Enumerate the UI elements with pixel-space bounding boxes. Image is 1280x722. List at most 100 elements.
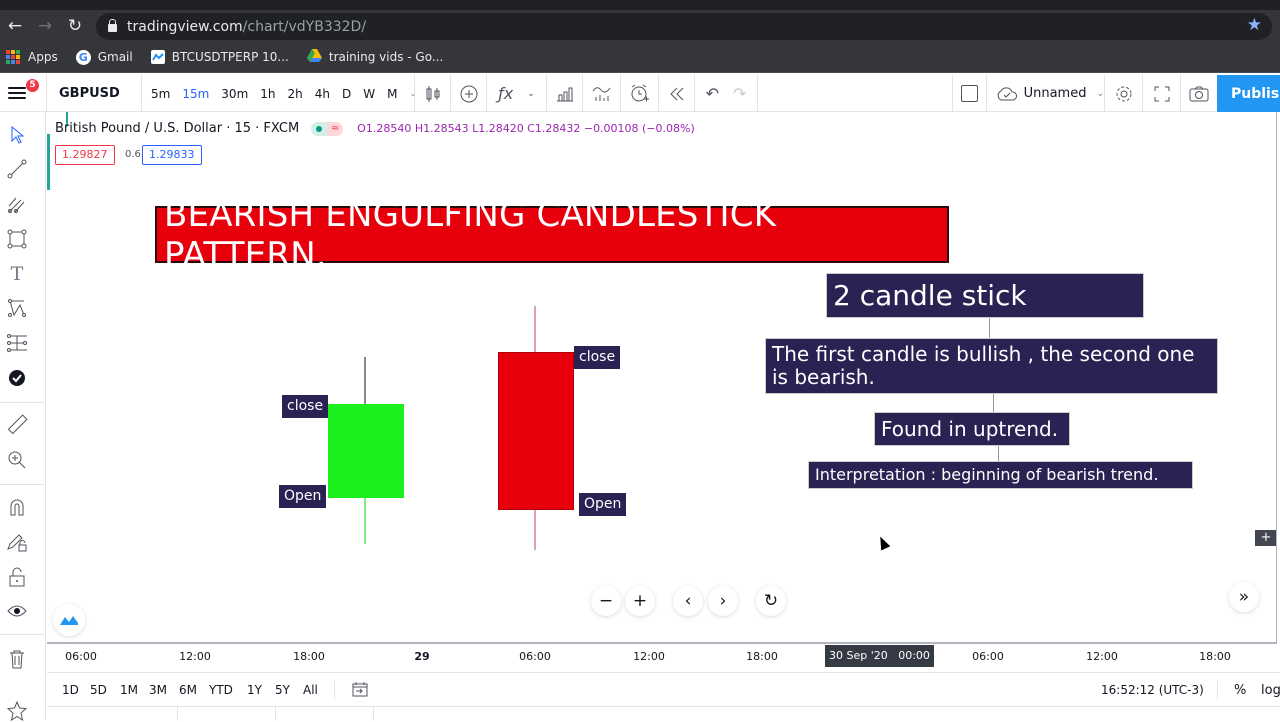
range-ytd[interactable]: YTD <box>209 683 233 697</box>
google-drive-icon <box>306 49 322 65</box>
cloud-check-icon <box>997 86 1017 100</box>
select-layout-button[interactable] <box>952 75 986 112</box>
xabcd-pattern-icon[interactable] <box>6 297 28 319</box>
symbol-search-button[interactable]: GBPUSD <box>46 75 142 112</box>
lock-icon <box>108 19 117 32</box>
buy-price-button[interactable]: 1.29833 <box>142 145 202 165</box>
bullish-candle-body[interactable] <box>328 404 404 498</box>
pattern-title-banner[interactable]: BEARISH ENGULFING CANDLESTICK PATTERN. <box>155 195 949 275</box>
magnet-icon[interactable] <box>6 496 28 518</box>
fullscreen-icon[interactable] <box>1142 75 1180 112</box>
interval-5m[interactable]: 5m <box>145 87 176 101</box>
range-1d[interactable]: 1D <box>62 683 79 697</box>
prediction-measure-icon[interactable] <box>6 332 28 354</box>
reload-button[interactable]: ↻ <box>60 12 90 40</box>
range-1m[interactable]: 1M <box>120 683 138 697</box>
scroll-left-button[interactable]: ‹ <box>673 586 703 616</box>
bullish-close-label[interactable]: close <box>282 395 329 418</box>
interval-1h[interactable]: 1h <box>254 87 281 101</box>
note-interpretation[interactable]: Interpretation : beginning of bearish tr… <box>808 461 1193 489</box>
replay-icon[interactable] <box>658 75 694 112</box>
zoom-in-button[interactable]: + <box>625 586 655 616</box>
tradingview-logo-icon[interactable] <box>53 604 85 636</box>
forward-button[interactable]: → <box>30 12 60 40</box>
bottom-panel-tabs <box>47 706 1280 721</box>
note-found-in-uptrend[interactable]: Found in uptrend. <box>874 412 1070 446</box>
note-two-candle-pattern[interactable]: 2 candle stick pattern <box>826 273 1144 355</box>
log-scale-toggle[interactable]: log <box>1261 683 1280 698</box>
snapshot-camera-icon[interactable] <box>1180 75 1217 112</box>
interval-4h[interactable]: 4h <box>309 87 336 101</box>
instrument-title[interactable]: British Pound / U.S. Dollar · 15 · FXCM <box>55 121 299 136</box>
bookmark-training-vids[interactable]: training vids - Go... <box>306 49 444 65</box>
bookmark-label: training vids - Go... <box>328 50 444 64</box>
timezone-clock[interactable]: 16:52:12 (UTC-3) <box>1101 683 1204 697</box>
range-all[interactable]: All <box>303 683 318 697</box>
publish-button[interactable]: Publish <box>1217 75 1280 112</box>
indicators-fx-icon[interactable]: ƒx ⌄ <box>486 75 546 112</box>
percent-scale-toggle[interactable]: % <box>1234 683 1246 698</box>
interval-m[interactable]: M <box>381 87 403 101</box>
lock-drawings-icon[interactable] <box>6 566 28 588</box>
time-axis[interactable]: 06:00 12:00 18:00 29 06:00 12:00 18:00 0… <box>47 642 1277 672</box>
layout-name-button[interactable]: Unnamed ⌄ <box>986 75 1104 112</box>
chart-top-toolbar: 5 GBPUSD 5m 15m 30m 1h 2h 4h D W M ⌄ ƒx … <box>0 75 1280 112</box>
templates-icon[interactable] <box>582 75 620 112</box>
scroll-right-button[interactable]: › <box>708 586 738 616</box>
chart-type-candles-icon[interactable] <box>414 75 450 112</box>
zoom-in-magnifier-icon[interactable] <box>6 449 28 471</box>
bearish-open-label[interactable]: Open <box>579 493 627 516</box>
market-status-pill[interactable]: ≈ <box>311 121 344 136</box>
cursor-arrow-icon[interactable] <box>6 124 28 146</box>
add-price-line-button[interactable]: + <box>1255 530 1277 546</box>
ruler-measure-icon[interactable] <box>6 414 28 436</box>
bearish-close-label[interactable]: close <box>574 346 621 369</box>
redo-icon[interactable]: ↷ <box>733 84 746 103</box>
range-6m[interactable]: 6M <box>179 683 197 697</box>
bullish-open-label[interactable]: Open <box>279 485 327 508</box>
text-tool-icon[interactable]: T <box>6 263 28 285</box>
reset-chart-button[interactable]: ↻ <box>756 586 786 616</box>
price-scale[interactable] <box>1276 112 1280 672</box>
favorites-star-icon[interactable] <box>6 700 28 722</box>
trash-icon[interactable] <box>6 648 28 670</box>
bearish-candle-body[interactable] <box>498 352 574 510</box>
main-menu-button[interactable] <box>8 84 26 102</box>
range-1y[interactable]: 1Y <box>247 683 262 697</box>
back-button[interactable]: ← <box>0 12 30 40</box>
bookmark-star-icon[interactable]: ★ <box>1247 15 1262 35</box>
range-3m[interactable]: 3M <box>149 683 167 697</box>
rectangle-shape-icon[interactable] <box>6 228 28 250</box>
interval-d[interactable]: D <box>336 87 357 101</box>
financials-icon[interactable] <box>546 75 582 112</box>
sell-price-button[interactable]: 1.29827 <box>55 145 115 165</box>
interval-30m[interactable]: 30m <box>215 87 254 101</box>
interval-2h[interactable]: 2h <box>282 87 309 101</box>
bookmark-gmail[interactable]: G Gmail <box>75 49 133 65</box>
address-bar[interactable]: tradingview.com/chart/vdYB332D/ ★ <box>96 13 1272 40</box>
scroll-to-realtime-button[interactable]: » <box>1229 582 1259 612</box>
note-first-bullish-second-bearish[interactable]: The first candle is bullish , the second… <box>765 338 1218 394</box>
bookmark-btcusdtperp[interactable]: BTCUSDTPERP 10... <box>150 50 289 64</box>
favorites-check-icon[interactable] <box>6 367 28 389</box>
trend-line-icon[interactable] <box>6 158 28 180</box>
time-tick: 06:00 <box>519 650 551 663</box>
zoom-out-button[interactable]: − <box>591 586 621 616</box>
undo-icon[interactable]: ↶ <box>706 84 719 103</box>
compare-add-symbol-icon[interactable] <box>450 75 486 112</box>
notification-badge: 5 <box>26 79 39 92</box>
bookmark-apps[interactable]: Apps <box>6 50 58 64</box>
range-5d[interactable]: 5D <box>90 683 107 697</box>
settings-gear-icon[interactable] <box>1104 75 1142 112</box>
bottom-toolbar: 1D 5D 1M 3M 6M YTD 1Y 5Y All 16:52:12 (U… <box>47 672 1280 706</box>
bearish-candle-lower-wick <box>534 510 536 550</box>
stay-in-drawing-mode-pencil-icon[interactable] <box>6 531 28 553</box>
interval-w[interactable]: W <box>357 87 381 101</box>
alert-clock-icon[interactable] <box>620 75 658 112</box>
range-5y[interactable]: 5Y <box>275 683 290 697</box>
go-to-date-icon[interactable] <box>352 682 368 701</box>
hide-drawings-eye-icon[interactable] <box>6 600 28 622</box>
interval-15m[interactable]: 15m <box>176 87 215 101</box>
chart-pane[interactable]: British Pound / U.S. Dollar · 15 · FXCM … <box>47 112 1277 642</box>
pitchfork-icon[interactable] <box>6 193 28 215</box>
